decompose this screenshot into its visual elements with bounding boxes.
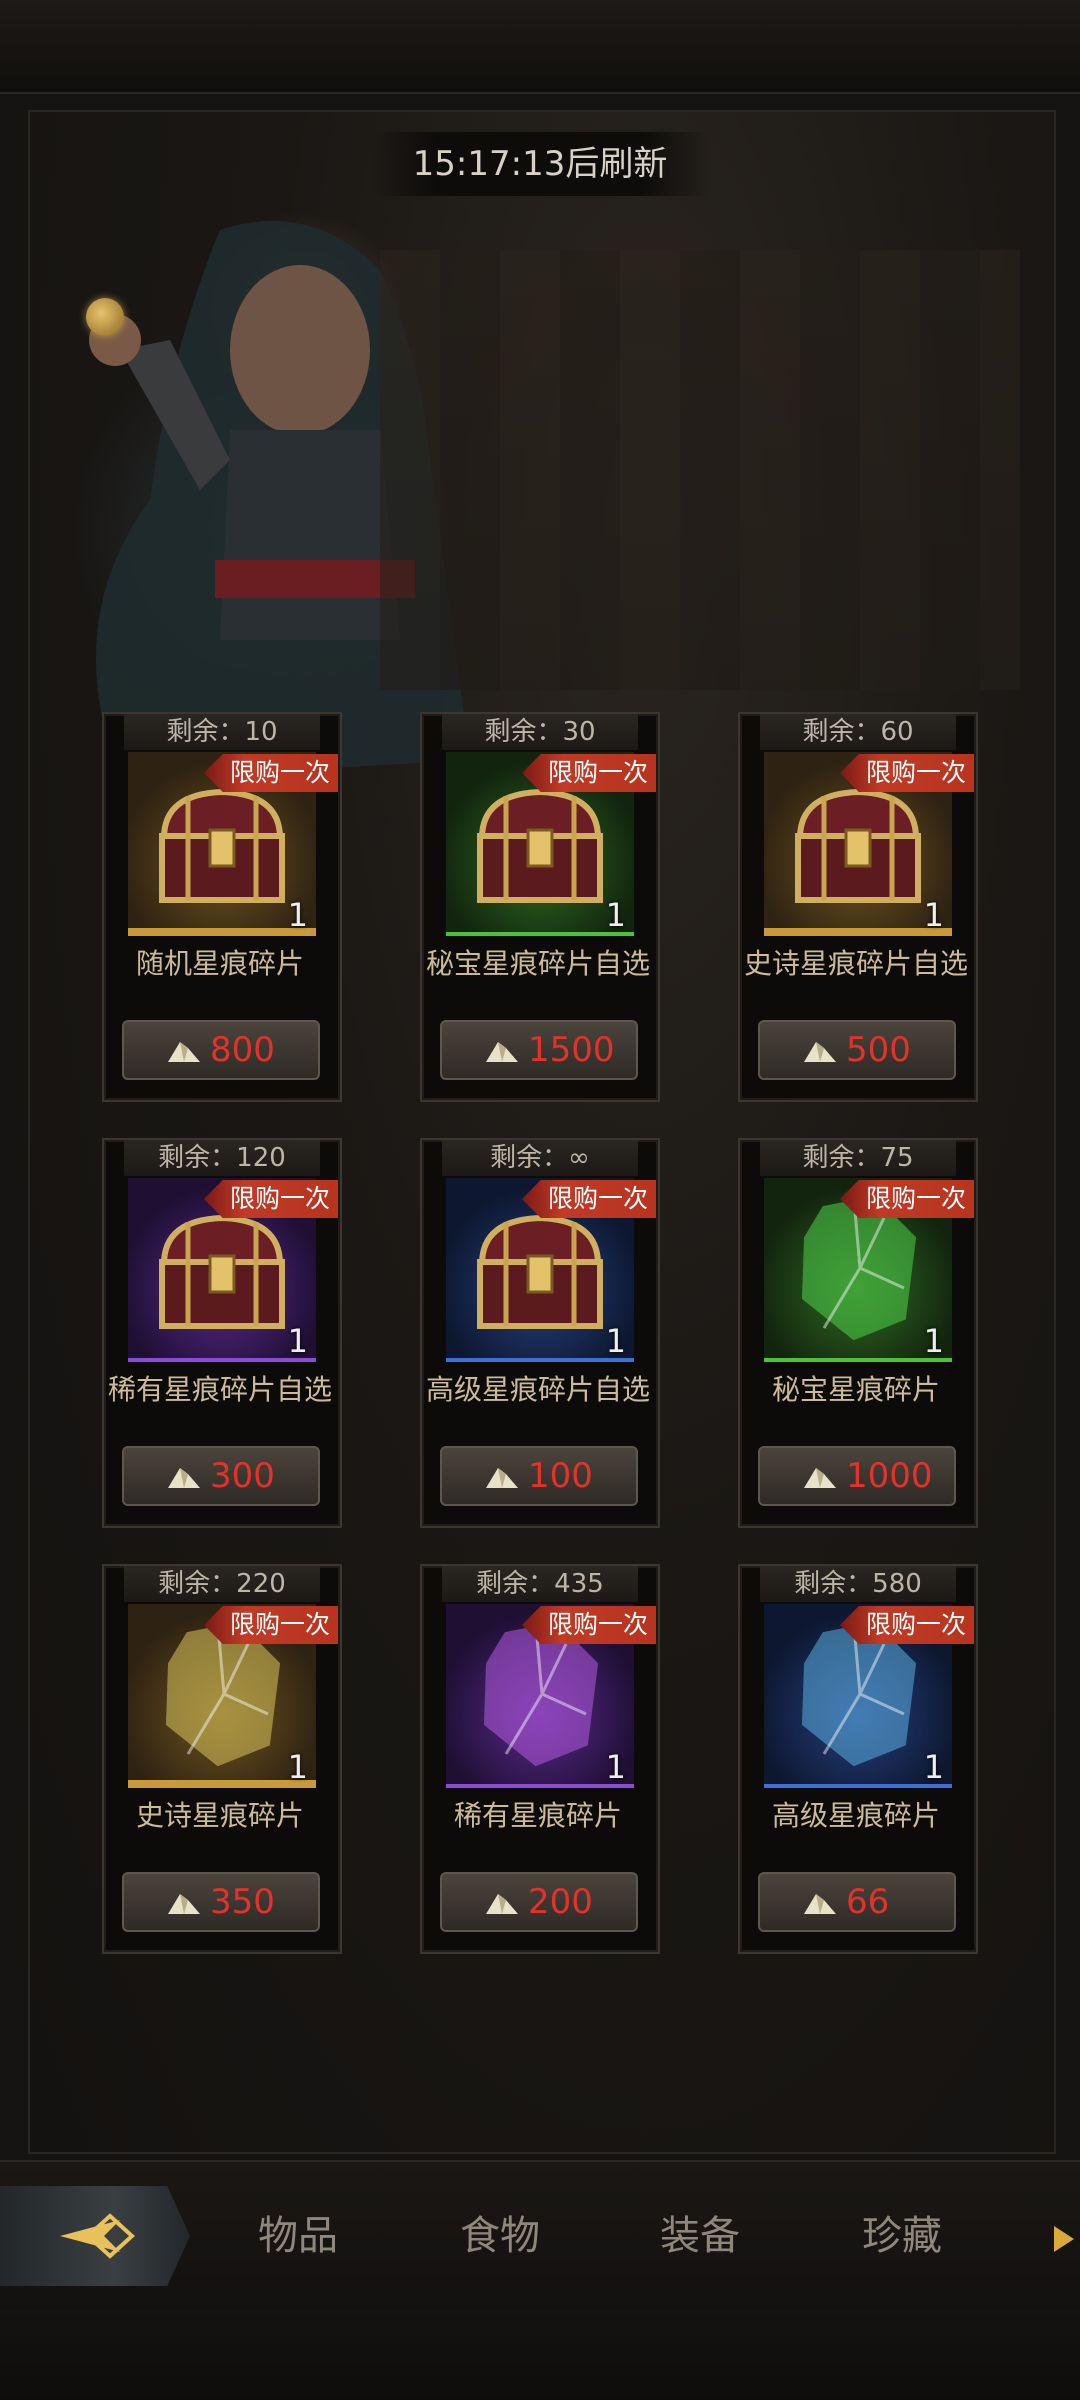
remaining-count: 剩余：220 — [124, 1566, 320, 1602]
buy-button[interactable]: 1500 — [440, 1020, 638, 1080]
purchase-limit-badge: 限购一次 — [522, 1180, 656, 1218]
shop-item-card[interactable]: 剩余：580 1 限购一次 高级星痕碎片 66 — [738, 1564, 978, 1954]
buy-button[interactable]: 500 — [758, 1020, 956, 1080]
shop-item-card[interactable]: 剩余：75 1 限购一次 秘宝星痕碎片 1000 — [738, 1138, 978, 1528]
tab-equipment[interactable]: 装备 — [630, 2208, 770, 2264]
crystal-currency-icon — [486, 1042, 518, 1062]
item-quantity: 1 — [287, 896, 308, 934]
remaining-count: 剩余：10 — [124, 714, 320, 750]
buy-button[interactable]: 200 — [440, 1872, 638, 1932]
price-value: 800 — [210, 1030, 275, 1070]
top-frame — [0, 0, 1080, 94]
remaining-count: 剩余：60 — [760, 714, 956, 750]
price-value: 300 — [210, 1456, 275, 1496]
price-value: 500 — [846, 1030, 911, 1070]
purchase-limit-badge: 限购一次 — [204, 754, 338, 792]
crystal-currency-icon — [168, 1042, 200, 1062]
shop-item-card[interactable]: 剩余：30 1 限购一次 秘宝星痕碎片自选 1500 — [420, 712, 660, 1102]
next-arrow-icon — [1054, 2226, 1074, 2252]
shop-item-card[interactable]: 剩余：60 1 限购一次 史诗星痕碎片自选 500 — [738, 712, 978, 1102]
item-quantity: 1 — [287, 1322, 308, 1360]
item-name: 稀有星痕碎片自选 — [107, 1373, 332, 1406]
item-name: 高级星痕碎片 — [771, 1799, 940, 1832]
gold-coin-icon — [86, 298, 124, 336]
item-quantity: 1 — [923, 1322, 944, 1360]
buy-button[interactable]: 300 — [122, 1446, 320, 1506]
tab-back-button[interactable] — [0, 2186, 190, 2286]
shop-background-scene — [380, 250, 1020, 690]
item-name: 史诗星痕碎片自选 — [743, 947, 968, 980]
item-quantity: 1 — [923, 896, 944, 934]
crystal-currency-icon — [804, 1042, 836, 1062]
item-quantity: 1 — [605, 1748, 626, 1786]
item-name: 史诗星痕碎片 — [135, 1799, 304, 1832]
price-value: 350 — [210, 1882, 275, 1922]
tab-next-button[interactable] — [1050, 2224, 1076, 2254]
crystal-currency-icon — [168, 1894, 200, 1914]
price-value: 1000 — [846, 1456, 933, 1496]
refresh-timer: 15:17:13后刷新 — [370, 132, 710, 196]
buy-button[interactable]: 350 — [122, 1872, 320, 1932]
buy-button[interactable]: 1000 — [758, 1446, 956, 1506]
item-quantity: 1 — [605, 896, 626, 934]
item-name: 随机星痕碎片 — [135, 947, 304, 980]
remaining-count: 剩余：120 — [124, 1140, 320, 1176]
purchase-limit-badge: 限购一次 — [522, 1606, 656, 1644]
item-name: 秘宝星痕碎片自选 — [425, 947, 650, 980]
buy-button[interactable]: 66 — [758, 1872, 956, 1932]
remaining-count: 剩余：580 — [760, 1566, 956, 1602]
crystal-currency-icon — [486, 1468, 518, 1488]
tab-collection[interactable]: 珍藏 — [832, 2208, 972, 2264]
bottom-frame — [0, 2310, 1080, 2400]
remaining-count: 剩余：30 — [442, 714, 638, 750]
shop-item-card[interactable]: 剩余：220 1 限购一次 史诗星痕碎片 350 — [102, 1564, 342, 1954]
shop-item-card[interactable]: 剩余：435 1 限购一次 稀有星痕碎片 200 — [420, 1564, 660, 1954]
price-value: 1500 — [528, 1030, 615, 1070]
purchase-limit-badge: 限购一次 — [840, 1180, 974, 1218]
shop-item-card[interactable]: 剩余：10 1 限购一次 随机星痕碎片 800 — [102, 712, 342, 1102]
item-name: 稀有星痕碎片 — [453, 1799, 622, 1832]
crystal-currency-icon — [804, 1468, 836, 1488]
item-name: 高级星痕碎片自选 — [425, 1373, 650, 1406]
tab-food[interactable]: 食物 — [430, 2208, 570, 2264]
tab-items[interactable]: 物品 — [228, 2208, 368, 2264]
shop-item-card[interactable]: 剩余：∞ 1 限购一次 高级星痕碎片自选 100 — [420, 1138, 660, 1528]
remaining-count: 剩余：∞ — [442, 1140, 638, 1176]
item-quantity: 1 — [287, 1748, 308, 1786]
purchase-limit-badge: 限购一次 — [204, 1180, 338, 1218]
price-value: 100 — [528, 1456, 593, 1496]
crystal-currency-icon — [486, 1894, 518, 1914]
price-value: 66 — [846, 1882, 890, 1922]
item-quantity: 1 — [605, 1322, 626, 1360]
remaining-count: 剩余：75 — [760, 1140, 956, 1176]
purchase-limit-badge: 限购一次 — [840, 1606, 974, 1644]
back-arrow-icon — [60, 2213, 135, 2259]
remaining-count: 剩余：435 — [442, 1566, 638, 1602]
buy-button[interactable]: 100 — [440, 1446, 638, 1506]
purchase-limit-badge: 限购一次 — [522, 754, 656, 792]
item-name: 秘宝星痕碎片 — [771, 1373, 940, 1406]
crystal-currency-icon — [168, 1468, 200, 1488]
purchase-limit-badge: 限购一次 — [840, 754, 974, 792]
shop-item-card[interactable]: 剩余：120 1 限购一次 稀有星痕碎片自选 300 — [102, 1138, 342, 1528]
item-quantity: 1 — [923, 1748, 944, 1786]
crystal-currency-icon — [804, 1894, 836, 1914]
buy-button[interactable]: 800 — [122, 1020, 320, 1080]
price-value: 200 — [528, 1882, 593, 1922]
purchase-limit-badge: 限购一次 — [204, 1606, 338, 1644]
